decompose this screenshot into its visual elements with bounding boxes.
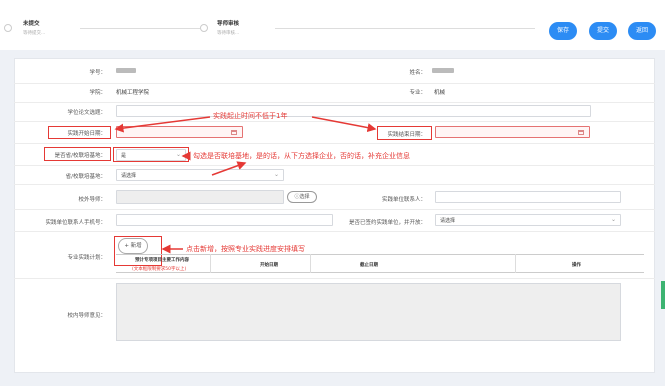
name-label: 姓名： [409, 70, 426, 76]
external-tutor-label: 校外导师： [78, 197, 106, 203]
base-select[interactable]: 请选择 ⌄ [116, 169, 284, 181]
signed-agreement-select[interactable]: 请选择 ⌄ [435, 214, 621, 226]
row-divider [14, 143, 655, 144]
college-value: 机械工程学院 [116, 90, 150, 96]
workflow-header: 未提交 等待提交... 导师审核 等待审核... 保存 提交 返回 [0, 0, 665, 50]
joint-base-select-value: 是 [121, 153, 127, 159]
plan-label: 专业实践计划： [67, 255, 106, 261]
step-2-subtitle: 等待审核... [217, 31, 240, 36]
thesis-title-input[interactable] [116, 105, 591, 117]
row-divider [14, 121, 655, 122]
base-select-value: 请选择 [121, 173, 137, 179]
select-tutor-button[interactable]: ⓘ选择 [287, 191, 317, 203]
external-tutor-input[interactable] [116, 190, 284, 204]
practice-contact-input[interactable] [435, 191, 621, 203]
base-label: 省/校联培基地： [65, 174, 106, 180]
plan-col-divider [515, 254, 516, 273]
plan-col-divider [210, 254, 211, 273]
signed-agreement-label: 是否已签约实践单位，并开放： [348, 220, 426, 226]
annotation-practice-duration: 实践起止时间不低于1年 [213, 112, 288, 120]
right-edge-accent [661, 281, 665, 309]
submit-button[interactable]: 提交 [589, 22, 617, 40]
annotation-joint-base: 勾选是否联培基地，是的话，从下方选择企业，否的话，补充企业信息 [193, 152, 410, 160]
student-id-value-redacted [116, 68, 136, 73]
end-date-input[interactable] [435, 126, 590, 138]
step-2-indicator [200, 24, 208, 32]
chevron-down-icon: ⌄ [610, 216, 616, 223]
step-connector [80, 28, 200, 29]
practice-contact-label: 实践单位联系人： [381, 197, 426, 203]
plan-table-border [116, 254, 644, 273]
major-label: 专业： [409, 90, 426, 96]
row-divider [14, 231, 655, 232]
name-value-redacted [432, 68, 454, 73]
contact-phone-input[interactable] [116, 214, 333, 226]
joint-base-label: 是否省/校联培基地： [54, 153, 106, 159]
save-button[interactable]: 保存 [549, 22, 577, 40]
thesis-title-label: 学位论文选题： [67, 110, 106, 116]
step-1-subtitle: 等待提交... [23, 31, 46, 36]
tutor-opinion-label: 校内导师意见： [67, 313, 106, 319]
tutor-opinion-textarea[interactable] [116, 283, 621, 341]
joint-base-select[interactable]: 是 ⌄ [116, 149, 186, 161]
major-value: 机械 [434, 90, 446, 96]
start-date-label: 实践开始日期： [67, 131, 106, 137]
calendar-icon [578, 130, 584, 135]
signed-agreement-value: 请选择 [440, 218, 456, 224]
row-divider [14, 102, 655, 103]
row-divider [14, 165, 655, 166]
row-divider [14, 209, 655, 210]
student-id-label: 学号： [89, 70, 106, 76]
back-button[interactable]: 返回 [628, 22, 656, 40]
annotation-add-plan: 点击新增，按照专业实践进度安排填写 [186, 245, 305, 253]
step-connector-tail [275, 28, 535, 29]
end-date-label: 实践结束日期： [387, 132, 426, 138]
chevron-down-icon: ⌄ [175, 151, 181, 158]
row-divider [14, 278, 655, 279]
calendar-icon [231, 130, 237, 135]
contact-phone-label: 实践单位联系人手机号： [45, 220, 106, 226]
step-1-title: 未提交 [23, 21, 40, 27]
college-label: 学院： [89, 90, 106, 96]
start-date-input[interactable] [116, 126, 243, 138]
chevron-down-icon: ⌄ [273, 171, 279, 178]
step-2-title: 导师审核 [217, 21, 240, 27]
row-divider [14, 83, 655, 84]
plan-col-divider [310, 254, 311, 273]
step-1-indicator [4, 24, 12, 32]
add-plan-button[interactable]: + 新增 [118, 238, 148, 254]
row-divider [14, 184, 655, 185]
